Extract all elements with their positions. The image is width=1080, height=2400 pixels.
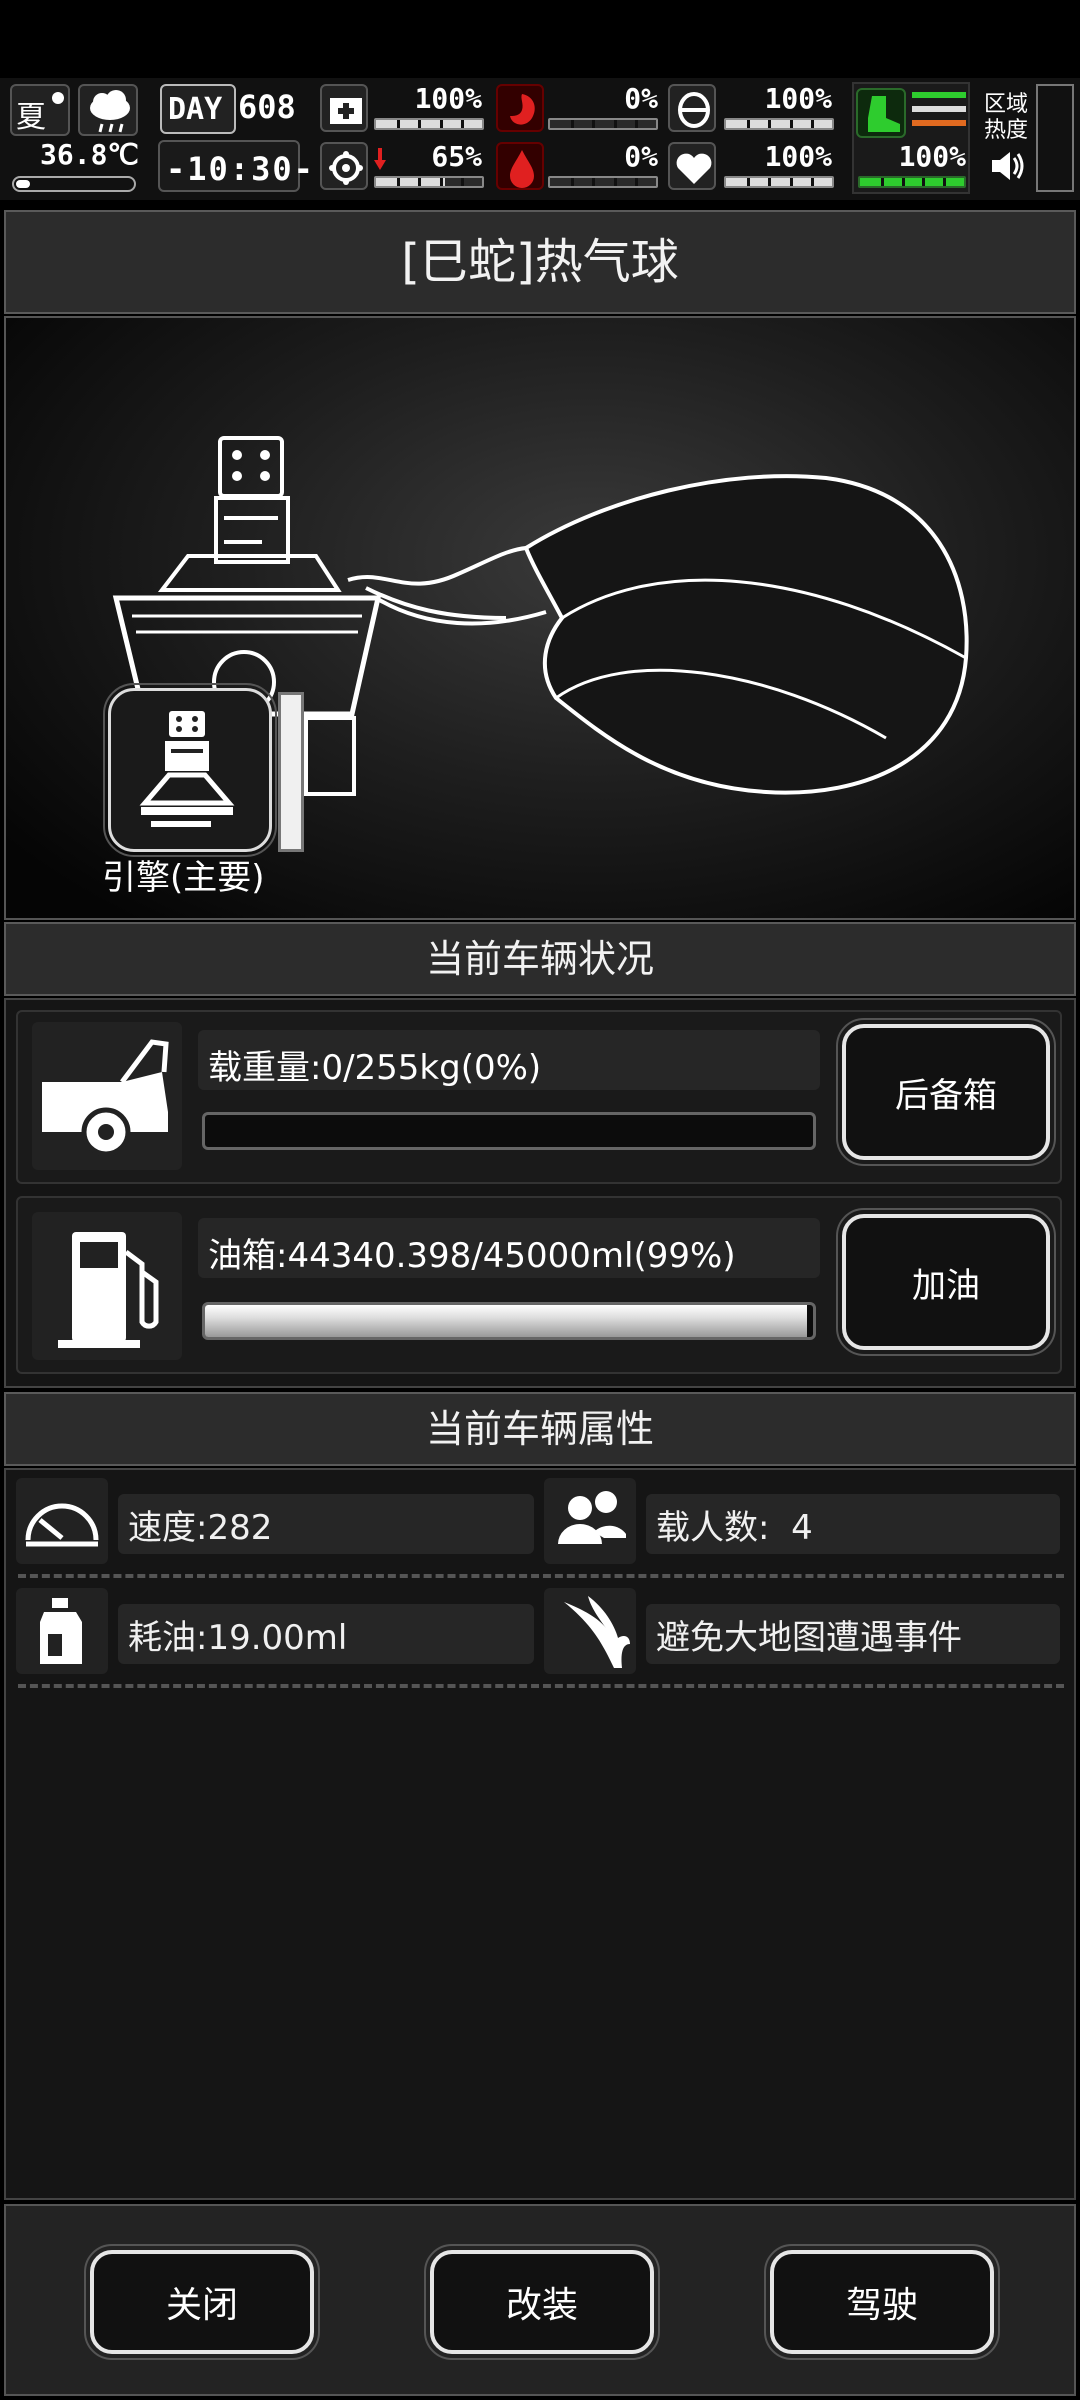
- hunger-tile[interactable]: [496, 84, 544, 132]
- wing-icon: [564, 1596, 630, 1668]
- infection-tile[interactable]: [320, 142, 368, 190]
- speed-box: 速度:282: [118, 1494, 534, 1554]
- zone-heat-meter: [1036, 84, 1074, 192]
- stamina-value: 100%: [898, 140, 966, 173]
- close-button[interactable]: 关闭: [84, 2244, 320, 2360]
- trunk-button[interactable]: 后备箱: [836, 1018, 1056, 1166]
- engine-slot-label: 引擎(主要): [102, 858, 265, 898]
- attribute-divider: [18, 1684, 1064, 1688]
- health-bar: [374, 118, 484, 130]
- fuel-use-text: 耗油:19.00ml: [128, 1617, 348, 1658]
- attributes-header: 当前车辆属性: [4, 1392, 1076, 1466]
- clock-time: -10:30-: [166, 150, 315, 188]
- attributes-header-text: 当前车辆属性: [425, 1407, 654, 1451]
- fuel-bar: [202, 1302, 816, 1340]
- temperature-readout: 36.8℃: [40, 138, 139, 171]
- drive-button[interactable]: 驾驶: [764, 2244, 1000, 2360]
- engine-slot-gauge: [278, 692, 304, 852]
- engine-icon: [139, 711, 235, 827]
- load-bar: [202, 1112, 816, 1150]
- fuel-icon-tile: [32, 1212, 182, 1360]
- armor-value: 100%: [764, 82, 832, 115]
- speed-icon-tile: [16, 1478, 108, 1564]
- close-button-label: 关闭: [165, 2285, 238, 2326]
- vehicle-title: [巳蛇]热气球: [401, 234, 679, 290]
- day-number: 608: [238, 88, 296, 126]
- infection-value: 65%: [431, 140, 482, 173]
- day-tile: DAY: [160, 84, 236, 134]
- sun-icon: [52, 92, 64, 104]
- attributes-panel: 速度:282 载人数: 4 耗油:19.00ml 避免大地图遭遇事件: [4, 1468, 1076, 2200]
- load-text-box: 载重量:0/255kg(0%): [198, 1030, 820, 1090]
- drive-button-label: 驾驶: [845, 2285, 918, 2326]
- speaker-icon[interactable]: [988, 148, 1028, 184]
- passengers-icon-tile: [544, 1478, 636, 1564]
- passengers-text: 载人数: 4: [656, 1507, 813, 1548]
- clock-tile: -10:30-: [158, 140, 313, 192]
- people-icon: [558, 1491, 626, 1544]
- passengers-box: 载人数: 4: [646, 1494, 1060, 1554]
- modify-button-label: 改装: [505, 2285, 578, 2326]
- speedometer-icon: [25, 1503, 99, 1547]
- avoid-events-box: 避免大地图遭遇事件: [646, 1604, 1060, 1664]
- hunger-value: 0%: [624, 82, 658, 115]
- health-value: 100%: [414, 82, 482, 115]
- vehicle-title-bar: [巳蛇]热气球: [4, 210, 1076, 314]
- fuel-pump-icon: [58, 1232, 159, 1348]
- condition-header-text: 当前车辆状况: [425, 937, 654, 981]
- stamina-bar: [858, 176, 966, 188]
- stamina-tile: [856, 88, 906, 138]
- health-tile[interactable]: [320, 84, 368, 132]
- fuel-use-box: 耗油:19.00ml: [118, 1604, 534, 1664]
- oil-can-icon: [40, 1598, 82, 1664]
- footer-bar: 关闭 改装 驾驶: [4, 2204, 1076, 2396]
- infection-bar: [374, 176, 484, 188]
- attribute-divider: [18, 1574, 1064, 1578]
- hunger-bar: [548, 118, 658, 130]
- virus-icon: [329, 151, 363, 185]
- trunk-button-label: 后备箱: [895, 1075, 997, 1116]
- day-label: DAY: [168, 92, 223, 127]
- stomach-icon: [510, 94, 535, 125]
- modify-button[interactable]: 改装: [424, 2244, 660, 2360]
- zone-heat-label: 区域热度: [984, 92, 1029, 143]
- weather-tile[interactable]: [78, 84, 138, 136]
- armor-bar: [724, 118, 834, 130]
- helmet-icon: [678, 92, 710, 128]
- load-text: 载重量:0/255kg(0%): [208, 1048, 542, 1088]
- fuel-text-box: 油箱:44340.398/45000ml(99%): [198, 1218, 820, 1278]
- bleeding-value: 0%: [624, 140, 658, 173]
- fuel-text: 油箱:44340.398/45000ml(99%): [208, 1236, 736, 1276]
- mood-value: 100%: [764, 140, 832, 173]
- season-tile[interactable]: 夏: [10, 84, 70, 136]
- refuel-button-label: 加油: [912, 1265, 980, 1306]
- stamina-panel[interactable]: 100%: [852, 82, 970, 194]
- car-trunk-icon: [42, 1039, 169, 1157]
- status-bar: 夏 36.8℃ DAY 608 -10:30- 100% 0% 100% 65%…: [0, 78, 1080, 200]
- condition-header: 当前车辆状况: [4, 922, 1076, 996]
- vehicle-scene: 引擎(主要): [4, 316, 1076, 920]
- bleeding-bar: [548, 176, 658, 188]
- avoid-events-icon-tile: [544, 1588, 636, 1674]
- heart-icon: [676, 153, 712, 184]
- blood-drop-icon: [510, 150, 534, 188]
- refuel-button[interactable]: 加油: [836, 1208, 1056, 1356]
- mood-bar: [724, 176, 834, 188]
- bleeding-tile[interactable]: [496, 142, 544, 190]
- fuel-use-icon-tile: [16, 1588, 108, 1674]
- trunk-icon-tile: [32, 1022, 182, 1170]
- mood-tile[interactable]: [668, 142, 716, 190]
- condition-panel: 载重量:0/255kg(0%) 后备箱 油箱:44340.398/45000ml…: [4, 998, 1076, 1388]
- armor-tile[interactable]: [668, 84, 716, 132]
- avoid-events-text: 避免大地图遭遇事件: [656, 1617, 962, 1658]
- thermometer-icon: [12, 176, 136, 192]
- speed-text: 速度:282: [128, 1507, 273, 1548]
- rain-cloud-icon: [90, 90, 130, 133]
- boot-icon: [868, 96, 900, 132]
- engine-slot[interactable]: [103, 683, 277, 857]
- medkit-icon: [330, 98, 362, 124]
